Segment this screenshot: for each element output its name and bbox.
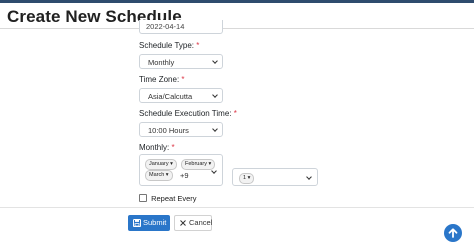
repeat-every-row[interactable]: Repeat Every [139, 194, 197, 203]
repeat-every-checkbox[interactable] [139, 194, 147, 202]
repeat-every-label: Repeat Every [151, 194, 197, 203]
page-header: Create New Schedule [0, 3, 474, 29]
required-marker: * [233, 109, 237, 118]
month-tag-january[interactable]: January ▾ [145, 159, 177, 170]
day-of-month-select[interactable]: 1 ▾ [232, 168, 318, 186]
submit-label: Submit [143, 218, 167, 227]
cancel-button[interactable]: Cancel [174, 215, 212, 231]
time-zone-select[interactable]: Asia/Calcutta [139, 88, 223, 103]
arrow-up-icon [448, 228, 458, 238]
save-icon [133, 219, 141, 227]
month-tag-february[interactable]: February ▾ [181, 159, 216, 170]
form-divider [0, 207, 474, 208]
time-zone-label: Time Zone: * [139, 75, 185, 84]
start-date-value: 2022-04-14 [146, 22, 185, 31]
schedule-type-label: Schedule Type: * [139, 41, 200, 50]
more-months-count: +9 [180, 171, 189, 180]
close-icon [180, 220, 186, 226]
schedule-type-value: Monthly [148, 58, 175, 67]
start-date-field[interactable]: 2022-04-14 [139, 20, 223, 34]
required-marker: * [196, 41, 200, 50]
schedule-type-select[interactable]: Monthly [139, 54, 223, 69]
chevron-down-icon [212, 92, 218, 98]
chevron-down-icon [211, 168, 217, 174]
chevron-down-icon [212, 126, 218, 132]
cancel-label: Cancel [189, 218, 213, 227]
execution-time-value: 10:00 Hours [148, 126, 189, 135]
chevron-down-icon [306, 174, 312, 180]
time-zone-value: Asia/Calcutta [148, 92, 193, 101]
scroll-to-top-button[interactable] [444, 224, 462, 242]
chevron-down-icon [212, 58, 218, 64]
required-marker: * [171, 143, 175, 152]
month-tag-march[interactable]: March ▾ [145, 170, 173, 181]
monthly-label: Monthly: * [139, 143, 175, 152]
submit-button[interactable]: Submit [128, 215, 170, 231]
execution-time-label: Schedule Execution Time: * [139, 109, 237, 118]
execution-time-select[interactable]: 10:00 Hours [139, 122, 223, 137]
day-tag[interactable]: 1 ▾ [239, 173, 255, 184]
required-marker: * [181, 75, 185, 84]
months-multiselect[interactable]: January ▾ February ▾ March ▾ +9 [139, 154, 223, 186]
